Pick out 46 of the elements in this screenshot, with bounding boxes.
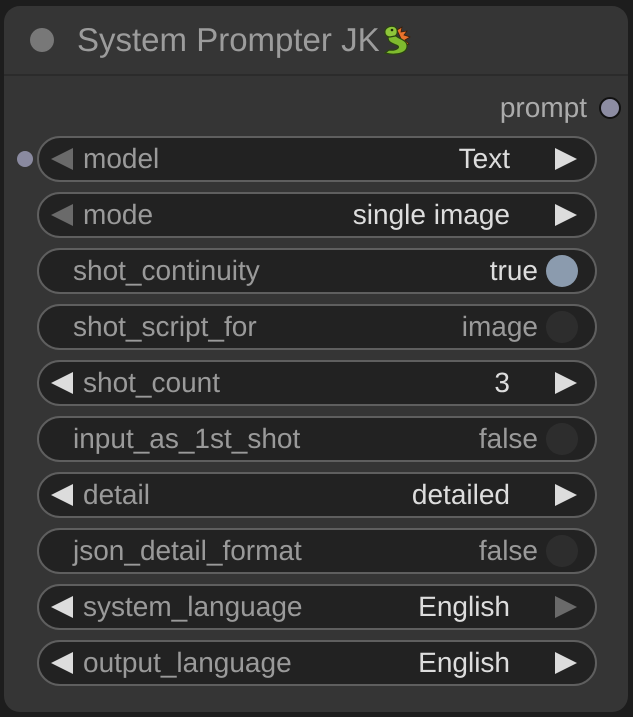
combo-widget[interactable]: detail detailed bbox=[37, 472, 597, 518]
dragon-icon bbox=[382, 24, 412, 56]
right-arrow-icon[interactable] bbox=[555, 652, 577, 674]
widget-value: image bbox=[462, 311, 538, 343]
widget-label: shot_count bbox=[83, 367, 221, 399]
widget-label: mode bbox=[83, 199, 154, 231]
number-widget[interactable]: shot_count 3 bbox=[37, 360, 597, 406]
right-arrow-icon[interactable] bbox=[555, 484, 577, 506]
left-arrow-icon[interactable] bbox=[51, 484, 73, 506]
right-arrow-icon[interactable] bbox=[555, 372, 577, 394]
toggle-widget[interactable]: input_as_1st_shot false bbox=[37, 416, 597, 462]
widget-value: true bbox=[490, 255, 538, 287]
combo-widget[interactable]: system_language English bbox=[37, 584, 597, 630]
widget-label: json_detail_format bbox=[73, 535, 303, 567]
right-arrow-icon[interactable] bbox=[555, 148, 577, 170]
widget-value: Text bbox=[458, 143, 510, 175]
widget-value: single image bbox=[352, 199, 510, 231]
widget-label: system_language bbox=[83, 591, 304, 623]
left-arrow-icon[interactable] bbox=[51, 596, 73, 618]
widget-value: detailed bbox=[412, 479, 510, 511]
widget-value: false bbox=[478, 535, 538, 567]
toggle-widget[interactable]: json_detail_format false bbox=[37, 528, 597, 574]
input-slot-icon[interactable] bbox=[17, 151, 33, 167]
node-title: System Prompter JK bbox=[77, 21, 380, 59]
widget-value: English bbox=[418, 647, 510, 679]
combo-widget[interactable]: output_language English bbox=[37, 640, 597, 686]
widget-label: shot_script_for bbox=[73, 311, 258, 343]
output-label: prompt bbox=[500, 92, 587, 124]
widget-value: false bbox=[478, 423, 538, 455]
widget-label: output_language bbox=[83, 647, 293, 679]
right-arrow-icon[interactable] bbox=[555, 204, 577, 226]
toggle-widget[interactable]: shot_continuity true bbox=[37, 248, 597, 294]
widget-value: 3 bbox=[494, 367, 510, 399]
collapse-dot-icon[interactable] bbox=[30, 28, 54, 52]
widget-label: input_as_1st_shot bbox=[73, 423, 302, 455]
left-arrow-icon[interactable] bbox=[51, 652, 73, 674]
left-arrow-icon[interactable] bbox=[51, 372, 73, 394]
widget-label: detail bbox=[83, 479, 151, 511]
output-slot-icon[interactable] bbox=[599, 97, 621, 119]
toggle-knob-icon[interactable] bbox=[546, 255, 578, 287]
widget-value: English bbox=[418, 591, 510, 623]
combo-widget[interactable]: mode single image bbox=[37, 192, 597, 238]
toggle-widget[interactable]: shot_script_for image bbox=[37, 304, 597, 350]
widget-label: shot_continuity bbox=[73, 255, 261, 287]
combo-widget[interactable]: model Text bbox=[37, 136, 597, 182]
widget-label: model bbox=[83, 143, 160, 175]
